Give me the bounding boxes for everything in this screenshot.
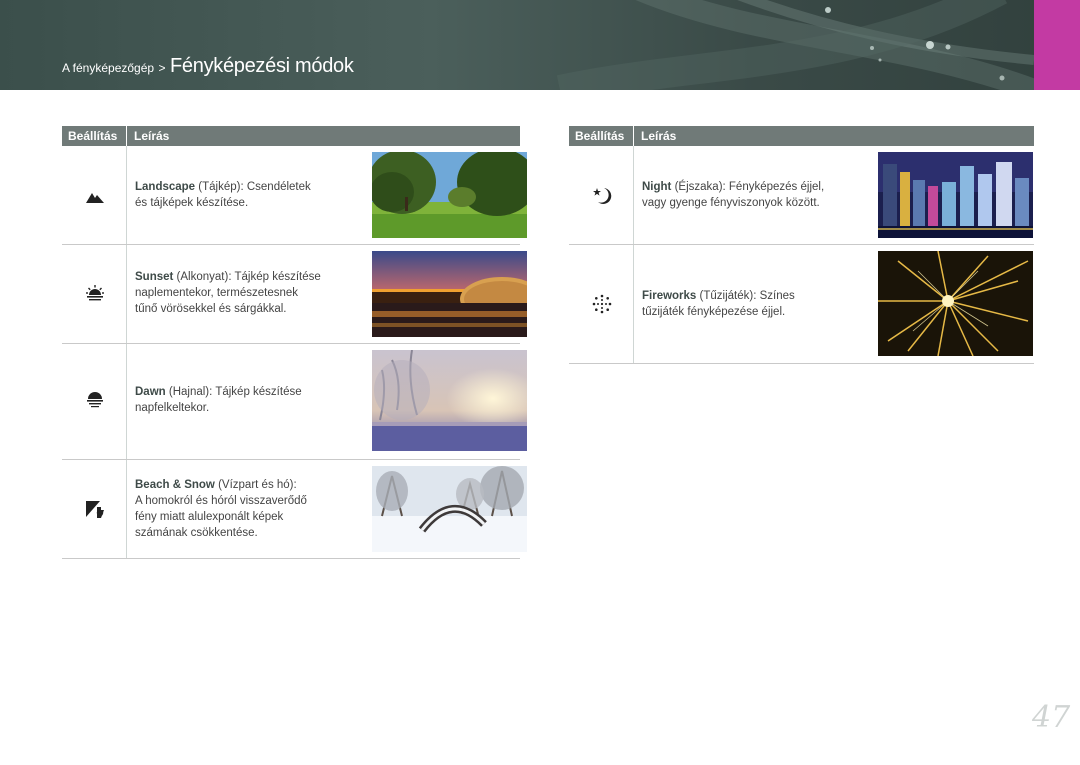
table-row: Landscape (Tájkép): Csendéletek és tájké…	[62, 146, 527, 245]
column-header-description: Leírás	[134, 129, 170, 143]
dawn-icon	[87, 392, 103, 408]
breadcrumb-parent: A fényképezőgép	[62, 61, 155, 75]
sunset-photo	[372, 251, 527, 337]
column-header-description: Leírás	[641, 129, 677, 143]
beach-snow-icon	[86, 501, 104, 518]
table-row: Dawn (Hajnal): Tájkép készítése napfelke…	[62, 344, 527, 460]
page-title: Fényképezési módok	[170, 55, 354, 77]
row-description: Beach & Snow (Vízpart és hó): A homokról…	[135, 479, 307, 539]
mode-name: Landscape	[135, 181, 196, 193]
table-row: Beach & Snow (Vízpart és hó): A homokról…	[62, 460, 527, 559]
left-mode-table: Beállítás Leírás Landscape (Tájkép): Cse…	[62, 126, 527, 559]
row-description: Fireworks (Tűzijáték): Színes tűzijáték …	[642, 290, 795, 318]
column-header-setting: Beállítás	[68, 129, 118, 143]
fireworks-photo	[878, 251, 1033, 356]
breadcrumb-separator: >	[158, 61, 166, 75]
night-photo	[878, 152, 1033, 238]
table-row: Sunset (Alkonyat): Tájkép készítése napl…	[62, 245, 527, 344]
landscape-photo	[372, 152, 527, 238]
mode-name: Dawn	[135, 386, 166, 398]
row-description: Landscape (Tájkép): Csendéletek és tájké…	[135, 181, 311, 209]
mode-name: Fireworks	[642, 290, 697, 302]
table-row: Fireworks (Tűzijáték): Színes tűzijáték …	[569, 245, 1034, 364]
fireworks-icon	[592, 294, 612, 314]
table-header: Beállítás Leírás	[569, 126, 1034, 146]
table-header: Beállítás Leírás	[62, 126, 520, 146]
dawn-photo	[372, 350, 527, 451]
sunset-icon	[86, 285, 104, 301]
mode-name: Night	[642, 181, 672, 193]
page-number: 47	[1032, 700, 1071, 735]
right-mode-table: Beállítás Leírás Night (Éjszaka): Fényké…	[569, 126, 1034, 364]
breadcrumb: A fényképezőgép > Fényképezési módok	[62, 55, 354, 78]
row-description: Dawn (Hajnal): Tájkép készítése napfelke…	[135, 386, 302, 414]
column-header-setting: Beállítás	[575, 129, 625, 143]
row-description: Sunset (Alkonyat): Tájkép készítése napl…	[135, 271, 321, 315]
night-icon	[593, 188, 612, 204]
landscape-icon	[86, 193, 104, 203]
section-tab	[1034, 0, 1080, 90]
header-banner: A fényképezőgép > Fényképezési módok	[0, 0, 1080, 90]
beach-snow-photo	[372, 466, 527, 552]
mode-name: Sunset	[135, 271, 174, 283]
table-row: Night (Éjszaka): Fényképezés éjjel, vagy…	[569, 146, 1034, 245]
row-description: Night (Éjszaka): Fényképezés éjjel, vagy…	[642, 181, 825, 209]
mode-name: Beach & Snow	[135, 479, 215, 491]
